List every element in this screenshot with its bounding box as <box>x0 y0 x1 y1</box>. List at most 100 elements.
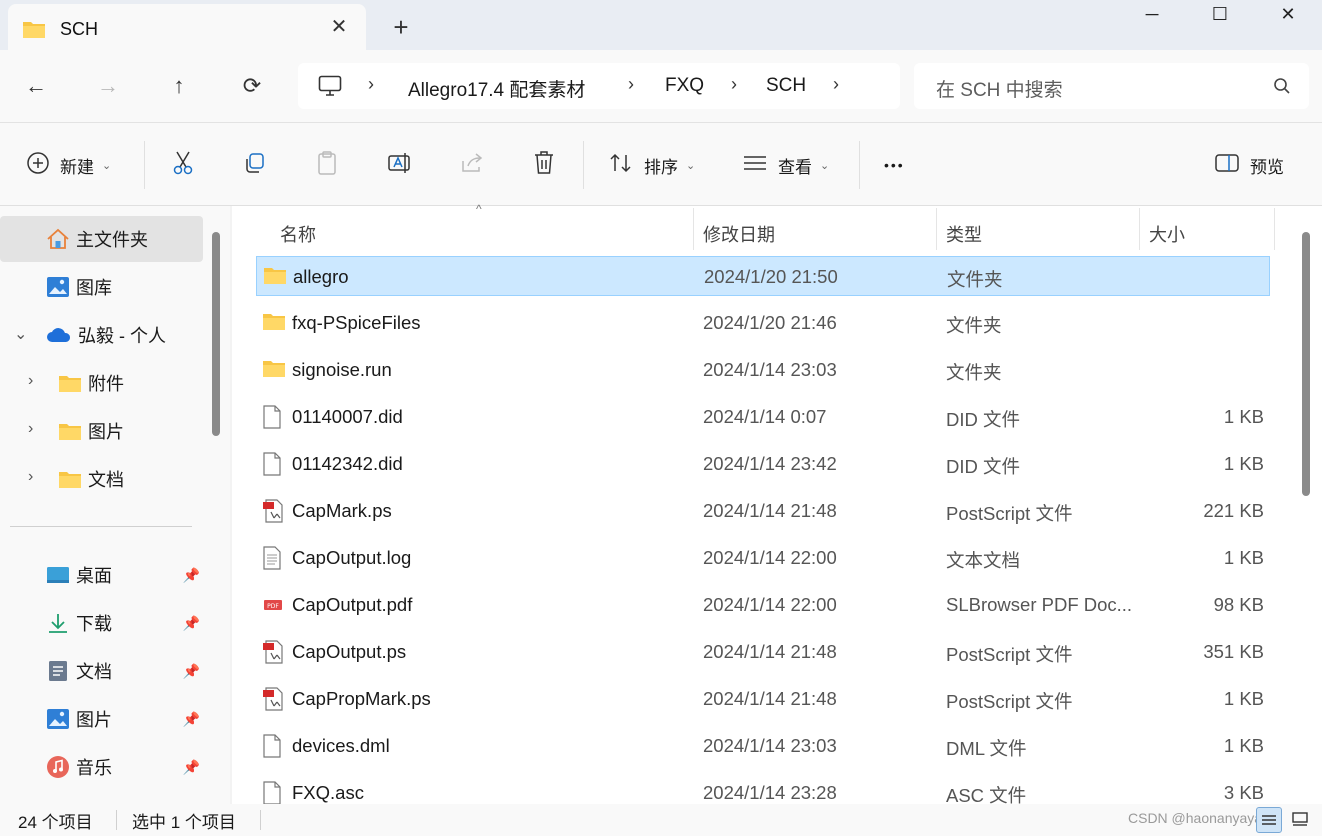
column-header-date[interactable]: 修改日期 <box>703 214 775 254</box>
sidebar-item-documents[interactable]: 文档 📌 <box>0 648 200 694</box>
home-icon <box>46 228 70 250</box>
file-name: fxq-PSpiceFiles <box>292 312 421 333</box>
chevron-right-icon[interactable]: › <box>28 468 33 486</box>
sort-label: 排序 <box>644 157 678 177</box>
chevron-down-icon: ⌄ <box>686 159 696 172</box>
sidebar-item-label: 图片 <box>88 422 124 442</box>
sidebar-item-home[interactable]: 主文件夹 <box>0 216 203 262</box>
chevron-right-icon[interactable]: › <box>28 372 33 390</box>
file-row[interactable]: 01140007.did 2024/1/14 0:07 DID 文件 1 KB <box>256 397 1270 437</box>
sort-button[interactable]: 排序 ⌄ <box>608 147 695 183</box>
file-row[interactable]: CapOutput.ps 2024/1/14 21:48 PostScript 文件… <box>256 632 1270 672</box>
back-button[interactable]: ← <box>20 70 52 102</box>
maximize-button[interactable]: ☐ <box>1184 0 1256 30</box>
chevron-down-icon: ⌄ <box>102 159 112 172</box>
status-divider <box>116 810 117 830</box>
details-view-toggle[interactable] <box>1256 807 1282 833</box>
sidebar-scrollbar-thumb[interactable] <box>212 232 220 436</box>
sidebar-item-attachments[interactable]: › 附件 <box>0 360 203 406</box>
search-box[interactable]: 在 SCH 中搜索 <box>914 63 1309 109</box>
sidebar-item-pictures[interactable]: 图片 📌 <box>0 696 200 742</box>
pin-icon[interactable]: 📌 <box>183 567 200 584</box>
column-divider[interactable] <box>936 208 937 250</box>
column-header-name[interactable]: 名称 <box>280 214 316 254</box>
folder-icon <box>263 265 287 290</box>
file-row[interactable]: CapPropMark.ps 2024/1/14 21:48 PostScript … <box>256 679 1270 719</box>
sidebar-item-documents-onedrive[interactable]: › 文档 <box>0 456 203 502</box>
sidebar-item-onedrive[interactable]: ⌄ 弘毅 - 个人 <box>0 312 203 358</box>
file-row[interactable]: PDF CapOutput.pdf 2024/1/14 22:00 SLBrowser… <box>256 585 1270 625</box>
search-icon[interactable] <box>1273 77 1291 100</box>
file-list-scrollbar-thumb[interactable] <box>1302 232 1310 496</box>
download-icon <box>46 612 70 634</box>
search-input[interactable]: 在 SCH 中搜索 <box>936 75 1063 102</box>
close-window-button[interactable]: ✕ <box>1252 0 1322 30</box>
file-date: 2024/1/14 21:48 <box>703 688 837 709</box>
file-row[interactable]: signoise.run 2024/1/14 23:03 文件夹 <box>256 350 1270 390</box>
folder-icon <box>262 311 286 336</box>
pin-icon[interactable]: 📌 <box>183 711 200 728</box>
sort-icon <box>608 151 634 180</box>
sidebar-divider <box>10 526 192 527</box>
breadcrumb-sch[interactable]: SCH <box>766 75 806 97</box>
chevron-right-icon[interactable]: › <box>28 420 33 438</box>
file-size: 1 KB <box>1223 453 1264 474</box>
file-row[interactable]: CapMark.ps 2024/1/14 21:48 PostScript 文件 22… <box>256 491 1270 531</box>
breadcrumb-fxq[interactable]: FXQ <box>665 75 704 97</box>
forward-button[interactable]: → <box>92 70 124 102</box>
breadcrumb-separator[interactable]: › <box>731 74 737 95</box>
preview-label: 预览 <box>1250 157 1284 177</box>
file-type: DID 文件 <box>946 409 1021 430</box>
pin-icon[interactable]: 📌 <box>183 759 200 776</box>
column-header-size[interactable]: 大小 <box>1149 214 1185 254</box>
file-row[interactable]: devices.dml 2024/1/14 23:03 DML 文件 1 KB <box>256 726 1270 766</box>
copy-icon <box>243 151 267 180</box>
new-tab-button[interactable]: + <box>386 12 416 42</box>
file-name: CapOutput.log <box>292 547 412 568</box>
paste-button[interactable] <box>315 147 339 183</box>
delete-button[interactable] <box>532 147 556 183</box>
tab-sch[interactable]: SCH ✕ <box>8 4 366 50</box>
tiles-view-toggle[interactable] <box>1288 807 1314 833</box>
sidebar-item-downloads[interactable]: 下载 📌 <box>0 600 200 646</box>
breadcrumb-separator[interactable]: › <box>833 74 839 95</box>
sidebar-item-label: 文档 <box>76 662 112 682</box>
cut-button[interactable] <box>171 147 195 183</box>
breadcrumb-separator[interactable]: › <box>368 74 374 95</box>
column-divider[interactable] <box>1274 208 1275 250</box>
pin-icon[interactable]: 📌 <box>183 663 200 680</box>
computer-icon[interactable] <box>318 75 342 102</box>
up-button[interactable]: ↑ <box>163 70 195 102</box>
new-button[interactable]: 新建 ⌄ <box>26 147 111 183</box>
breadcrumb-allegro[interactable]: Allegro17.4 配套素材 <box>408 75 585 102</box>
share-button[interactable] <box>460 147 486 183</box>
pin-icon[interactable]: 📌 <box>183 615 200 632</box>
file-type: DML 文件 <box>946 738 1027 759</box>
breadcrumb-separator[interactable]: › <box>628 74 634 95</box>
sidebar-item-music[interactable]: 音乐 📌 <box>0 744 200 790</box>
rename-button[interactable] <box>387 147 413 183</box>
file-type: PostScript 文件 <box>946 691 1073 712</box>
more-options-button[interactable]: ••• <box>884 147 905 183</box>
file-type: 文件夹 <box>946 362 1002 383</box>
file-row[interactable]: 01142342.did 2024/1/14 23:42 DID 文件 1 KB <box>256 444 1270 484</box>
chevron-down-icon[interactable]: ⌄ <box>14 324 27 344</box>
file-row[interactable]: allegro 2024/1/20 21:50 文件夹 <box>256 256 1270 296</box>
tab-close-icon[interactable]: ✕ <box>326 14 352 40</box>
column-divider[interactable] <box>693 208 694 250</box>
view-button[interactable]: 查看 ⌄ <box>742 147 829 183</box>
sidebar-item-gallery[interactable]: 图库 <box>0 264 203 310</box>
sidebar-item-pictures-onedrive[interactable]: › 图片 <box>0 408 203 454</box>
file-row[interactable]: CapOutput.log 2024/1/14 22:00 文本文档 1 KB <box>256 538 1270 578</box>
address-bar[interactable]: › Allegro17.4 配套素材 › FXQ › SCH › <box>298 63 900 109</box>
column-divider[interactable] <box>1139 208 1140 250</box>
file-name: devices.dml <box>292 735 390 756</box>
copy-button[interactable] <box>243 147 267 183</box>
refresh-button[interactable]: ⟳ <box>236 70 268 102</box>
column-header-type[interactable]: 类型 <box>946 214 982 254</box>
file-date: 2024/1/14 23:42 <box>703 453 837 474</box>
preview-button[interactable]: 预览 <box>1214 147 1284 183</box>
minimize-button[interactable]: ─ <box>1116 0 1188 30</box>
file-row[interactable]: fxq-PSpiceFiles 2024/1/20 21:46 文件夹 <box>256 303 1270 343</box>
sidebar-item-desktop[interactable]: 桌面 📌 <box>0 552 200 598</box>
